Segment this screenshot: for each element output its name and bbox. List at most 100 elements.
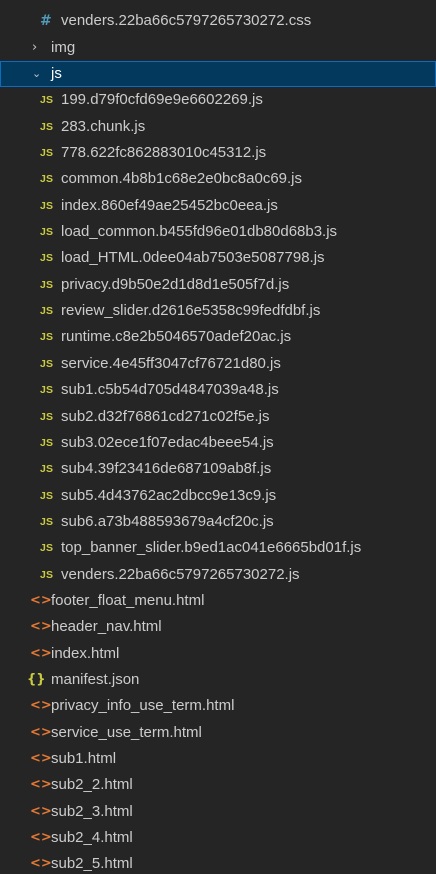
tree-item-label: venders.22ba66c5797265730272.css [61, 12, 312, 30]
js-file-icon: JS [40, 357, 54, 370]
tree-item-html-file[interactable]: <> sub2_2.html [0, 772, 436, 798]
js-file-icon: JS [40, 199, 54, 212]
js-file-icon: JS [40, 410, 54, 423]
tree-item-label: footer_float_menu.html [51, 591, 205, 609]
tree-item-label: sub4.39f23416de687109ab8f.js [61, 460, 272, 478]
tree-folder-img[interactable]: › img [0, 35, 436, 61]
js-file-icon: JS [40, 94, 54, 107]
tree-item-label: review_slider.d2616e5358c99fedfdbf.js [61, 302, 321, 320]
tree-item-html-file[interactable]: <> sub2_3.html [0, 799, 436, 825]
tree-item-venders-css[interactable]: # venders.22ba66c5797265730272.css [0, 8, 436, 34]
tree-item-html-file[interactable]: <> service_use_term.html [0, 720, 436, 746]
tree-item-html-file[interactable]: <> footer_float_menu.html [0, 588, 436, 614]
html-code-icon: <> [30, 592, 52, 608]
tree-item-label: sub2_4.html [51, 829, 133, 846]
css-hash-icon: # [40, 13, 52, 30]
tree-item-label: runtime.c8e2b5046570adef20ac.js [61, 328, 292, 346]
tree-item-js-file[interactable]: JS venders.22ba66c5797265730272.js [0, 562, 436, 588]
html-code-icon: <> [30, 830, 52, 845]
tree-item-label: common.4b8b1c68e2e0bc8a0c69.js [61, 170, 303, 188]
js-file-icon: JS [40, 331, 54, 344]
tree-item-label: sub3.02ece1f07edac4beee54.js [61, 433, 274, 451]
tree-folder-js[interactable]: ⌄ js [0, 61, 436, 88]
tree-item-js-file[interactable]: JS load_common.b455fd96e01db80d68b3.js [0, 219, 436, 245]
tree-folder-label: js [51, 65, 62, 83]
css-hash-icon: # [40, 0, 52, 8]
tree-item-html-file[interactable]: <> index.html [0, 641, 436, 667]
file-explorer: # sub3.a32be1f8c5876c7a0f7c0c0c.css # ve… [0, 0, 436, 874]
tree-item-js-file[interactable]: JS 778.622fc862883010c45312.js [0, 140, 436, 166]
tree-item-js-file[interactable]: JS privacy.d9b50e2d1d8d1e505f7d.js [0, 272, 436, 298]
tree-item-html-file[interactable]: <> sub2_4.html [0, 825, 436, 851]
tree-item-label: 283.chunk.js [61, 117, 146, 135]
tree-item-html-file[interactable]: <> header_nav.html [0, 614, 436, 640]
html-code-icon: <> [30, 698, 52, 714]
tree-item-js-file[interactable]: JS sub4.39f23416de687109ab8f.js [0, 456, 436, 482]
chevron-down-icon: ⌄ [32, 67, 42, 81]
js-file-icon: JS [40, 515, 54, 528]
js-file-icon: JS [40, 226, 54, 239]
tree-item-html-file[interactable]: <> privacy_info_use_term.html [0, 693, 436, 719]
tree-item-js-file[interactable]: JS load_HTML.0dee04ab7503e5087798.js [0, 245, 436, 271]
tree-item-label: sub2_2.html [51, 776, 133, 794]
file-tree: # sub3.a32be1f8c5876c7a0f7c0c0c.css # ve… [0, 0, 436, 874]
tree-item-html-file[interactable]: <> sub1.html [0, 746, 436, 772]
tree-item-js-file[interactable]: JS sub1.c5b54d705d4847039a48.js [0, 377, 436, 403]
html-code-icon: <> [30, 619, 52, 635]
tree-item-js-file[interactable]: JS sub5.4d43762ac2dbcc9e13c9.js [0, 483, 436, 509]
tree-item-label: sub2.d32f76861cd271c02f5e.js [61, 407, 270, 425]
tree-item-label: index.html [51, 644, 120, 662]
tree-item-label: sub1.html [51, 749, 117, 767]
tree-item-label: privacy.d9b50e2d1d8d1e505f7d.js [61, 275, 290, 293]
tree-item-label: index.860ef49ae25452bc0eea.js [61, 196, 278, 214]
tree-item-label: header_nav.html [51, 618, 162, 636]
html-code-icon: <> [30, 803, 52, 819]
js-file-icon: JS [40, 252, 54, 265]
tree-item-label: sub3.a32be1f8c5876c7a0f7c0c0c.css [61, 0, 312, 8]
js-file-icon: JS [40, 305, 54, 318]
html-code-icon: <> [30, 724, 52, 740]
tree-item-js-file[interactable]: JS 283.chunk.js [0, 114, 436, 140]
tree-item-js-file[interactable]: JS sub6.a73b488593679a4cf20c.js [0, 509, 436, 535]
tree-item-js-file[interactable]: JS runtime.c8e2b5046570adef20ac.js [0, 324, 436, 350]
tree-item-label: sub6.a73b488593679a4cf20c.js [61, 512, 274, 530]
tree-folder-label: img [51, 38, 76, 56]
tree-item-js-file[interactable]: JS 199.d79f0cfd69e9e6602269.js [0, 87, 436, 113]
html-code-icon: <> [30, 750, 52, 766]
tree-item-label: sub2_5.html [51, 855, 133, 873]
tree-item-label: 778.622fc862883010c45312.js [61, 144, 267, 162]
html-code-icon: <> [30, 856, 52, 872]
tree-item-js-file[interactable]: JS common.4b8b1c68e2e0bc8a0c69.js [0, 166, 436, 192]
tree-item-js-file[interactable]: JS top_banner_slider.b9ed1ac041e6665bd01f… [0, 535, 436, 561]
html-code-icon: <> [30, 645, 52, 661]
tree-item-label: manifest.json [51, 670, 140, 688]
tree-item-html-file[interactable]: <> sub2_5.html [0, 851, 436, 874]
tree-item-label: venders.22ba66c5797265730272.js [61, 565, 300, 583]
js-file-icon: JS [40, 489, 54, 502]
tree-item-js-file[interactable]: JS index.860ef49ae25452bc0eea.js [0, 193, 436, 219]
js-file-icon: JS [40, 542, 54, 555]
tree-item-js-file[interactable]: JS sub2.d32f76861cd271c02f5e.js [0, 404, 436, 430]
tree-item-label: sub2_3.html [51, 802, 133, 820]
tree-item-js-file[interactable]: JS sub3.02ece1f07edac4beee54.js [0, 430, 436, 456]
tree-item-label: sub1.c5b54d705d4847039a48.js [61, 381, 279, 399]
tree-item-label: privacy_info_use_term.html [51, 697, 235, 715]
tree-item-js-file[interactable]: JS service.4e45ff3047cf76721d80.js [0, 351, 436, 377]
js-file-icon: JS [40, 568, 54, 581]
chevron-right-icon: › [32, 39, 38, 55]
tree-item-label: service_use_term.html [51, 723, 202, 741]
tree-item-js-file[interactable]: JS review_slider.d2616e5358c99fedfdbf.js [0, 298, 436, 324]
js-file-icon: JS [40, 147, 54, 160]
tree-item-label: load_common.b455fd96e01db80d68b3.js [61, 223, 338, 241]
js-file-icon: JS [40, 120, 54, 133]
js-file-icon: JS [40, 436, 54, 449]
js-file-icon: JS [40, 463, 54, 476]
tree-item-label: service.4e45ff3047cf76721d80.js [61, 354, 281, 372]
tree-item-label: sub5.4d43762ac2dbcc9e13c9.js [61, 486, 277, 504]
tree-item-label: 199.d79f0cfd69e9e6602269.js [61, 91, 263, 109]
js-file-icon: JS [40, 278, 54, 291]
tree-item-json-file[interactable]: {} manifest.json [0, 667, 436, 693]
tree-item-label: load_HTML.0dee04ab7503e5087798.js [61, 249, 325, 267]
tree-item-label: top_banner_slider.b9ed1ac041e6665bd01f.j… [61, 539, 362, 557]
tree-item-partial-css[interactable]: # sub3.a32be1f8c5876c7a0f7c0c0c.css [0, 0, 436, 8]
